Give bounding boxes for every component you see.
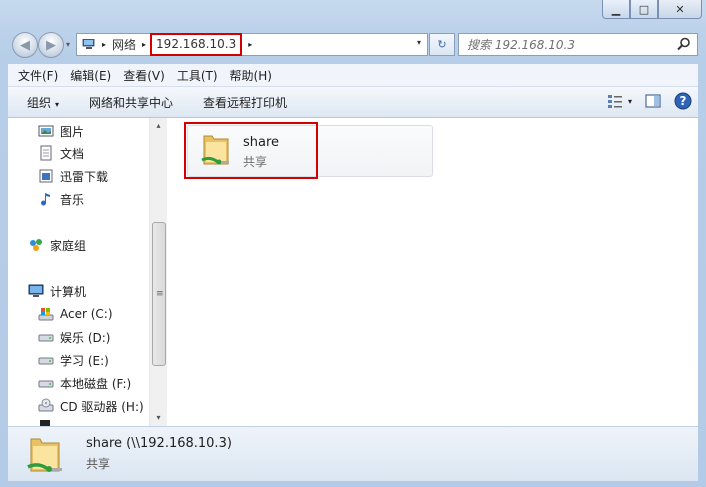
change-view-icon[interactable] bbox=[606, 92, 624, 110]
address-dropdown[interactable]: ▾ bbox=[417, 38, 421, 47]
recent-pages-dropdown[interactable]: ▾ bbox=[66, 40, 70, 49]
nav-item-label: 学习 (E:) bbox=[60, 353, 109, 368]
details-pane: share (\\192.168.10.3) 共享 bbox=[8, 426, 698, 481]
view-controls: ▾ ? bbox=[594, 92, 692, 110]
computer-icon bbox=[28, 284, 44, 297]
search-icon[interactable] bbox=[677, 37, 691, 51]
nav-item-label: Acer (C:) bbox=[60, 307, 113, 321]
nav-item-drive-c[interactable]: Acer (C:) bbox=[38, 304, 113, 324]
caption-buttons: ▁ □ ✕ bbox=[602, 0, 702, 19]
navigation-row: ◀ ▶ ▾ ▸ 网络 ▸ 192.168.10.3 ▸ ▾ ↻ 搜索 192.1… bbox=[8, 31, 698, 59]
nav-item-label: CD 驱动器 (H:) bbox=[60, 399, 144, 414]
drive-icon bbox=[38, 357, 54, 365]
breadcrumb-separator[interactable]: ▸ bbox=[142, 40, 146, 49]
view-dropdown[interactable]: ▾ bbox=[628, 97, 632, 106]
nav-item-label: 文档 bbox=[60, 146, 85, 161]
refresh-icon: ↻ bbox=[437, 38, 447, 51]
details-type: 共享 bbox=[86, 457, 111, 471]
music-icon bbox=[41, 193, 50, 206]
forward-arrow-icon: ▶ bbox=[46, 37, 56, 53]
cd-drive-icon bbox=[38, 398, 54, 412]
scroll-up-button[interactable]: ▴ bbox=[150, 118, 167, 134]
documents-icon bbox=[40, 145, 52, 161]
menu-tools[interactable]: 工具(T) bbox=[177, 67, 218, 84]
content-area: 图片 文档 迅雷下载 音乐 家庭组 计算机 Acer (C:) 娱乐 (D:) … bbox=[8, 118, 698, 426]
menu-view[interactable]: 查看(V) bbox=[123, 67, 165, 84]
command-bar: 组织 ▾ 网络和共享中心 查看远程打印机 ▾ ? bbox=[8, 87, 698, 118]
nav-item-downloads[interactable]: 迅雷下载 bbox=[38, 166, 108, 186]
preview-pane-icon[interactable] bbox=[644, 92, 662, 110]
menu-edit[interactable]: 编辑(E) bbox=[70, 67, 111, 84]
nav-item-documents[interactable]: 文档 bbox=[38, 143, 84, 163]
chevron-down-icon: ▾ bbox=[55, 99, 60, 109]
shared-folder-icon bbox=[27, 438, 62, 472]
view-remote-printers-button[interactable]: 查看远程打印机 bbox=[203, 94, 287, 111]
scroll-thumb[interactable]: ≡ bbox=[152, 222, 166, 366]
nav-item-drive-h[interactable]: CD 驱动器 (H:) bbox=[38, 396, 144, 416]
close-button[interactable]: ✕ bbox=[658, 0, 702, 19]
address-bar[interactable]: ▸ 网络 ▸ 192.168.10.3 ▸ ▾ bbox=[76, 33, 428, 56]
explorer-window: ▁ □ ✕ ◀ ▶ ▾ ▸ 网络 ▸ 192.168.10.3 ▸ ▾ ↻ 搜索… bbox=[0, 0, 706, 487]
svg-text:?: ? bbox=[680, 94, 687, 108]
menu-bar: 文件(F) 编辑(E) 查看(V) 工具(T) 帮助(H) bbox=[8, 64, 698, 87]
navigation-pane: 图片 文档 迅雷下载 音乐 家庭组 计算机 Acer (C:) 娱乐 (D:) … bbox=[8, 118, 167, 426]
nav-item-label: 娱乐 (D:) bbox=[60, 330, 111, 345]
breadcrumb-separator[interactable]: ▸ bbox=[248, 40, 252, 49]
nav-scrollbar[interactable]: ▴ ≡ ▾ bbox=[149, 118, 167, 426]
nav-item-label: 音乐 bbox=[60, 192, 85, 207]
nav-item-label: 图片 bbox=[60, 124, 85, 139]
nav-item-music[interactable]: 音乐 bbox=[38, 189, 84, 209]
organize-button[interactable]: 组织 ▾ bbox=[27, 94, 59, 111]
nav-item-label: 本地磁盘 (F:) bbox=[60, 376, 132, 391]
system-drive-icon bbox=[38, 308, 54, 321]
nav-item-computer[interactable]: 计算机 bbox=[28, 281, 86, 301]
scroll-down-button[interactable]: ▾ bbox=[150, 410, 167, 426]
maximize-button[interactable]: □ bbox=[630, 0, 658, 19]
nav-item-drive-f[interactable]: 本地磁盘 (F:) bbox=[38, 373, 131, 393]
nav-item-pictures[interactable]: 图片 bbox=[38, 121, 84, 141]
nav-item-homegroup[interactable]: 家庭组 bbox=[28, 235, 86, 255]
nav-item-drive-e[interactable]: 学习 (E:) bbox=[38, 350, 109, 370]
help-icon[interactable]: ? bbox=[674, 92, 692, 110]
search-input[interactable]: 搜索 192.168.10.3 bbox=[458, 33, 698, 56]
back-arrow-icon: ◀ bbox=[20, 37, 30, 53]
refresh-button[interactable]: ↻ bbox=[429, 33, 455, 56]
menu-file[interactable]: 文件(F) bbox=[18, 67, 58, 84]
network-location-icon bbox=[82, 39, 95, 49]
drive-icon bbox=[38, 334, 54, 342]
nav-item-label: 家庭组 bbox=[50, 238, 87, 253]
highlight-annotation bbox=[184, 122, 318, 179]
search-placeholder: 搜索 192.168.10.3 bbox=[467, 38, 575, 52]
back-button[interactable]: ◀ bbox=[12, 32, 38, 58]
grip-icon: ≡ bbox=[156, 289, 164, 299]
minimize-button[interactable]: ▁ bbox=[602, 0, 630, 19]
drive-icon bbox=[38, 380, 54, 388]
download-folder-icon bbox=[39, 169, 53, 183]
breadcrumb-separator[interactable]: ▸ bbox=[102, 40, 106, 49]
pictures-icon bbox=[38, 125, 54, 137]
homegroup-icon bbox=[30, 239, 42, 251]
nav-item-label: 计算机 bbox=[50, 284, 87, 299]
forward-button[interactable]: ▶ bbox=[38, 32, 64, 58]
nav-item-label: 迅雷下载 bbox=[60, 169, 109, 184]
breadcrumb-network[interactable]: 网络 bbox=[112, 36, 136, 53]
breadcrumb-host[interactable]: 192.168.10.3 bbox=[150, 33, 243, 56]
nav-item-drive-d[interactable]: 娱乐 (D:) bbox=[38, 327, 110, 347]
menu-help[interactable]: 帮助(H) bbox=[230, 67, 272, 84]
network-sharing-center-button[interactable]: 网络和共享中心 bbox=[89, 94, 173, 111]
file-list: share 共享 bbox=[167, 118, 698, 426]
organize-label: 组织 bbox=[27, 95, 52, 110]
details-name: share (\\192.168.10.3) bbox=[86, 436, 232, 451]
